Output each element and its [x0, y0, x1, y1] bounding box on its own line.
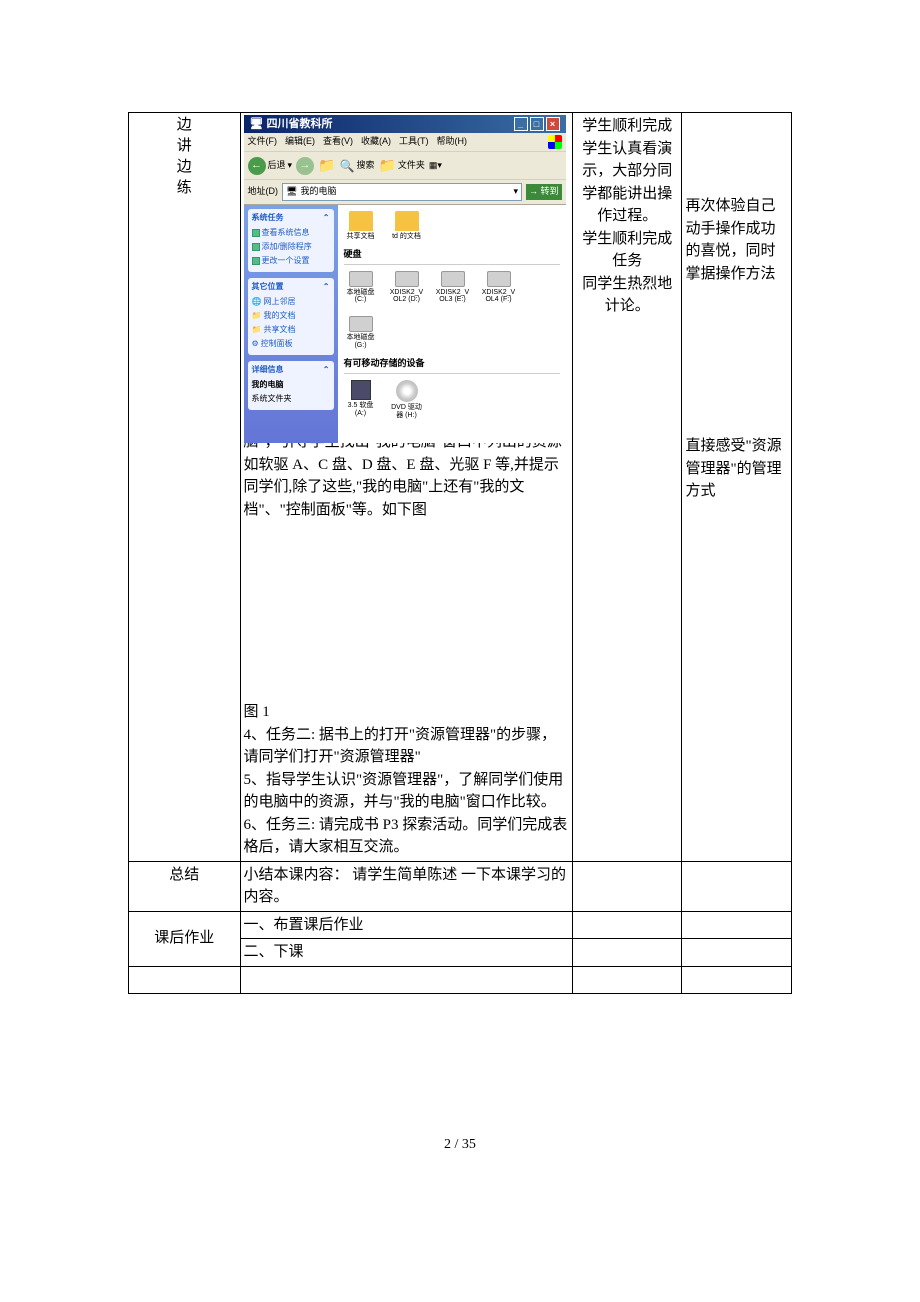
settings-icon — [252, 257, 260, 265]
section-removable: 有可移动存储的设备 — [344, 357, 560, 374]
drive-icon — [441, 271, 465, 287]
row-label-homework: 课后作业 — [129, 911, 241, 966]
section-hard-drives: 硬盘 — [344, 248, 560, 265]
address-input[interactable]: 🖥我的电脑▾ — [282, 183, 522, 201]
text-below-screenshot: 脑"，引导学生找出"我的电脑"窗口中列出的资源 如软驱 A、C 盘、D 盘、E … — [244, 431, 570, 521]
row-label-practice: 边讲边练 — [132, 115, 237, 199]
task-addremove[interactable]: 添加/删除程序 — [252, 241, 330, 253]
figure-label: 图 1 — [244, 701, 570, 724]
design-intent-a: 再次体验自己动手操作成功的喜悦，同时掌据操作方法 — [685, 195, 788, 285]
docs-icon: 📁 — [252, 310, 262, 322]
folder-icon: 📁 — [378, 155, 395, 176]
views-button[interactable]: ▦▾ — [429, 159, 442, 173]
details-type: 系统文件夹 — [252, 393, 330, 405]
menu-tools[interactable]: 工具(T) — [399, 135, 429, 149]
menu-file[interactable]: 文件(F) — [248, 135, 278, 149]
details-panel: 详细信息 ⌃ 我的电脑 系统文件夹 — [248, 361, 334, 410]
place-mydocs[interactable]: 📁我的文档 — [252, 310, 330, 322]
collapse-icon[interactable]: ⌃ — [323, 281, 330, 293]
other-places-header: 其它位置 — [252, 281, 284, 293]
system-tasks-panel: 系统任务 ⌃ 查看系统信息 添加/删除程序 更改一个设置 — [248, 209, 334, 272]
addremove-icon — [252, 243, 260, 251]
up-folder-icon[interactable]: 📁 — [318, 155, 335, 176]
row-homework: 课后作业 一、布置课后作业 — [129, 911, 792, 939]
drive-c[interactable]: 本地磁盘 (C:) — [344, 271, 378, 304]
control-icon: ⚙ — [252, 338, 259, 350]
close-button[interactable]: × — [546, 117, 560, 131]
windows-logo-icon — [548, 135, 562, 149]
computer-icon-small: 🖥 — [286, 185, 297, 199]
search-button[interactable]: 🔍搜索 — [339, 157, 374, 175]
drive-d[interactable]: XDISK2_VOL2 (D:) — [390, 271, 424, 304]
row-practice: 边讲边练 🖥 四川省教科所 _ □ × 文件(F) 编辑(E) 查看(V) 收藏 — [129, 113, 792, 862]
other-places-panel: 其它位置 ⌃ 🌐网上邻居 📁我的文档 📁共享文档 ⚙控制面板 — [248, 278, 334, 355]
folders-button[interactable]: 📁文件夹 — [378, 155, 424, 176]
tasks-panel: 系统任务 ⌃ 查看系统信息 添加/删除程序 更改一个设置 其它位置 ⌃ 🌐网上邻居 … — [244, 205, 338, 443]
task2-text: 4、任务二: 据书上的打开"资源管理器"的步骤，请同学们打开"资源管理器" — [244, 724, 570, 769]
row-empty — [129, 966, 792, 994]
folder-td-docs[interactable]: td 的文档 — [390, 211, 424, 241]
address-bar: 地址(D) 🖥我的电脑▾ → 转到 — [244, 180, 566, 205]
place-shared[interactable]: 📁共享文档 — [252, 324, 330, 336]
toolbar: ←后退 ▾ → 📁 🔍搜索 📁文件夹 ▦▾ — [244, 152, 566, 180]
lesson-plan-table: 边讲边练 🖥 四川省教科所 _ □ × 文件(F) 编辑(E) 查看(V) 收藏 — [128, 112, 792, 994]
drive-f[interactable]: XDISK2_VOL4 (F:) — [482, 271, 516, 304]
place-network[interactable]: 🌐网上邻居 — [252, 296, 330, 308]
task-settings[interactable]: 更改一个设置 — [252, 255, 330, 267]
menu-bar: 文件(F) 编辑(E) 查看(V) 收藏(A) 工具(T) 帮助(H) — [244, 133, 566, 152]
dvd-icon — [396, 380, 418, 402]
drive-icon — [349, 271, 373, 287]
drive-icon — [487, 271, 511, 287]
network-icon: 🌐 — [252, 296, 262, 308]
minimize-button[interactable]: _ — [514, 117, 528, 131]
folder-shared-docs[interactable]: 共享文档 — [344, 211, 378, 241]
homework-2: 二、下课 — [240, 939, 573, 967]
folder-icon — [349, 211, 373, 231]
back-button[interactable]: ←后退 ▾ — [248, 157, 293, 175]
system-tasks-header: 系统任务 — [252, 212, 284, 224]
page-footer: 2 / 35 — [128, 1134, 792, 1155]
row-summary: 总结 小结本课内容： 请学生简单陈述 一下本课学习的内容。 — [129, 861, 792, 911]
search-icon: 🔍 — [339, 157, 354, 175]
collapse-icon[interactable]: ⌃ — [323, 364, 330, 376]
sysinfo-icon — [252, 229, 260, 237]
drive-dvd[interactable]: DVD 驱动器 (H:) — [390, 380, 424, 419]
drive-icon — [349, 316, 373, 332]
place-control[interactable]: ⚙控制面板 — [252, 338, 330, 350]
computer-icon: 🖥 — [250, 118, 264, 130]
task2b-text: 5、指导学生认识"资源管理器"，了解同学们使用的电脑中的资源，并与"我的电脑"窗… — [244, 769, 570, 814]
menu-help[interactable]: 帮助(H) — [437, 135, 468, 149]
window-title: 四川省教科所 — [267, 118, 333, 130]
shared-icon: 📁 — [252, 324, 262, 336]
menu-view[interactable]: 查看(V) — [323, 135, 353, 149]
my-computer-screenshot: 🖥 四川省教科所 _ □ × 文件(F) 编辑(E) 查看(V) 收藏(A) 工… — [244, 115, 566, 425]
window-titlebar: 🖥 四川省教科所 _ □ × — [244, 115, 566, 133]
homework-1: 一、布置课后作业 — [240, 911, 573, 939]
task-sysinfo[interactable]: 查看系统信息 — [252, 227, 330, 239]
forward-button[interactable]: → — [296, 157, 314, 175]
maximize-button[interactable]: □ — [530, 117, 544, 131]
design-intent-b: 直接感受"资源管理器"的管理方式 — [685, 435, 788, 503]
details-name: 我的电脑 — [252, 379, 330, 391]
drive-floppy[interactable]: 3.5 软盘 (A:) — [344, 380, 378, 419]
back-arrow-icon: ← — [248, 157, 266, 175]
explorer-contents: 共享文档 td 的文档 硬盘 本地磁盘 (C:) XDISK2_VOL2 (D:… — [338, 205, 566, 443]
go-button[interactable]: → 转到 — [526, 184, 562, 200]
student-activity: 学生顺利完成学生认真看演示，大部分同学都能讲出操作过程。 学生顺利完成任务 同学… — [576, 115, 678, 318]
summary-content: 小结本课内容： 请学生简单陈述 一下本课学习的内容。 — [240, 861, 573, 911]
menu-edit[interactable]: 编辑(E) — [285, 135, 315, 149]
drive-g[interactable]: 本地磁盘 (G:) — [344, 316, 378, 349]
folder-icon — [395, 211, 419, 231]
menu-fav[interactable]: 收藏(A) — [361, 135, 391, 149]
details-header: 详细信息 — [252, 364, 284, 376]
drive-e[interactable]: XDISK2_VOL3 (E:) — [436, 271, 470, 304]
task3-text: 6、任务三: 请完成书 P3 探索活动。同学们完成表格后，请大家相互交流。 — [244, 814, 570, 859]
row-label-summary: 总结 — [129, 861, 241, 911]
drive-icon — [395, 271, 419, 287]
floppy-icon — [351, 380, 371, 400]
address-label: 地址(D) — [248, 185, 279, 199]
collapse-icon[interactable]: ⌃ — [323, 212, 330, 224]
